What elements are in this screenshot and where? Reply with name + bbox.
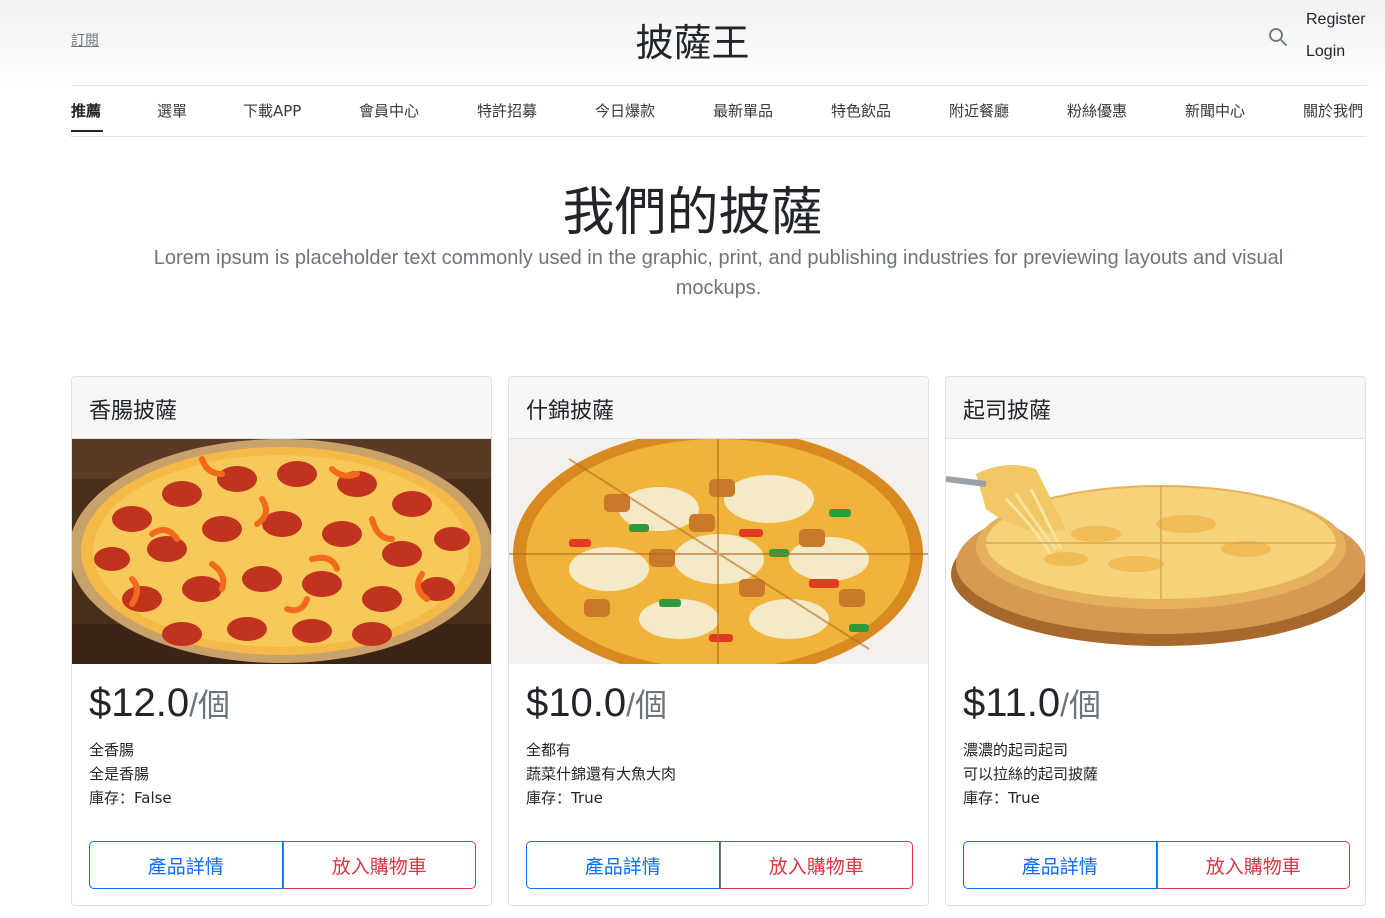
product-name: 香腸披薩	[72, 377, 491, 439]
nav-item-nearby[interactable]: 附近餐廳	[949, 100, 1009, 121]
product-actions: 產品詳情 放入購物車	[89, 841, 476, 889]
product-desc-line2: 蔬菜什錦還有大魚大肉	[526, 765, 677, 783]
product-name: 什錦披薩	[509, 377, 928, 439]
product-desc-line1: 濃濃的起司起司	[963, 741, 1069, 759]
login-link[interactable]: Login	[1306, 43, 1345, 61]
product-image-cheese	[946, 439, 1365, 664]
nav-item-member-center[interactable]: 會員中心	[359, 100, 419, 121]
site-header: 訂閱 披薩王 Register Login	[0, 0, 1385, 86]
product-stock: 庫存：False	[89, 789, 172, 807]
product-price: $10.0/個	[526, 680, 911, 726]
price-unit: /個	[626, 687, 668, 723]
nav-item-hot-today[interactable]: 今日爆款	[595, 100, 655, 121]
nav-item-download-app[interactable]: 下載APP	[243, 100, 301, 121]
product-actions: 產品詳情 放入購物車	[526, 841, 913, 889]
price-value: $10.0	[526, 681, 627, 725]
add-to-cart-button[interactable]: 放入購物車	[1156, 841, 1350, 889]
product-desc-line1: 全都有	[526, 741, 572, 759]
hero-description: Lorem ipsum is placeholder text commonly…	[153, 247, 1284, 299]
nav-item-franchise[interactable]: 特許招募	[477, 100, 537, 121]
nav-item-drinks[interactable]: 特色飲品	[831, 100, 891, 121]
price-value: $12.0	[89, 681, 190, 725]
product-actions: 產品詳情 放入購物車	[963, 841, 1350, 889]
main-nav: 推薦 選單 下載APP 會員中心 特許招募 今日爆款 最新單品 特色飲品 附近餐…	[71, 85, 1367, 137]
page-title: 我們的披薩	[562, 183, 823, 243]
product-image-pepperoni	[72, 439, 491, 664]
product-detail-button[interactable]: 產品詳情	[89, 841, 283, 889]
nav-item-recommend[interactable]: 推薦	[71, 100, 101, 121]
product-detail-button[interactable]: 產品詳情	[963, 841, 1157, 889]
product-desc-line2: 可以拉絲的起司披薩	[963, 765, 1099, 783]
product-stock: 庫存：True	[963, 789, 1040, 807]
product-price: $11.0/個	[963, 680, 1348, 726]
nav-item-fan-deals[interactable]: 粉絲優惠	[1067, 100, 1127, 121]
brand-title: 披薩王	[635, 21, 750, 65]
nav-active-indicator	[71, 130, 103, 132]
register-link[interactable]: Register	[1306, 11, 1366, 29]
product-price: $12.0/個	[89, 680, 474, 726]
product-stock: 庫存：True	[526, 789, 603, 807]
product-detail-button[interactable]: 產品詳情	[526, 841, 720, 889]
product-desc-line2: 全是香腸	[89, 765, 150, 783]
nav-item-about[interactable]: 關於我們	[1303, 100, 1363, 121]
product-card: 起司披薩 $11.0/個 濃濃的起司起司 可以拉絲的起司披薩 庫存：True 產…	[945, 376, 1366, 906]
product-desc-line1: 全香腸	[89, 741, 135, 759]
nav-item-menu[interactable]: 選單	[157, 100, 187, 121]
add-to-cart-button[interactable]: 放入購物車	[719, 841, 913, 889]
nav-item-new-items[interactable]: 最新單品	[713, 100, 773, 121]
price-unit: /個	[189, 687, 231, 723]
add-to-cart-button[interactable]: 放入購物車	[282, 841, 476, 889]
product-name: 起司披薩	[946, 377, 1365, 439]
product-card: 什錦披薩 $10.0/個 全都有 蔬菜什錦還有大魚大肉 庫存：True 產品詳情…	[508, 376, 929, 906]
nav-item-news[interactable]: 新聞中心	[1185, 100, 1245, 121]
price-unit: /個	[1060, 687, 1102, 723]
product-card: 香腸披薩 $12.0/個 全香腸 全是香腸 庫存：False 產品詳情 放入購物…	[71, 376, 492, 906]
price-value: $11.0	[963, 681, 1061, 725]
product-image-combo	[509, 439, 928, 664]
search-icon[interactable]	[1268, 27, 1288, 47]
